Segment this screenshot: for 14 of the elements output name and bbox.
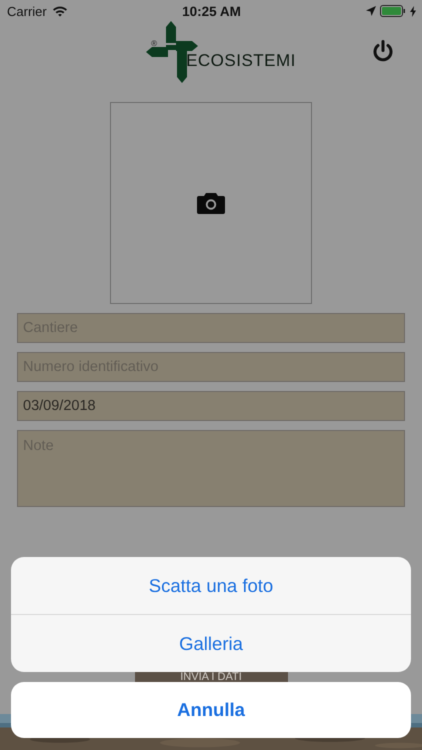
battery-icon (380, 5, 406, 17)
camera-icon (197, 192, 225, 214)
location-arrow-icon (366, 6, 376, 16)
action-sheet-option[interactable]: Galleria (11, 615, 411, 672)
charging-bolt-icon (410, 6, 416, 16)
carrier-name: Carrier (7, 4, 47, 18)
status-time: 10:25 AM (182, 4, 241, 18)
input-field[interactable]: 03/09/2018 (17, 391, 405, 421)
action-sheet-option[interactable]: Scatta una foto (11, 557, 411, 614)
power-icon[interactable] (371, 39, 395, 63)
wifi-icon (52, 5, 68, 17)
registered-mark: ® (151, 39, 157, 48)
logo-text: ECOSISTEMI (186, 51, 296, 71)
cancel-button[interactable]: Annulla (11, 682, 411, 738)
